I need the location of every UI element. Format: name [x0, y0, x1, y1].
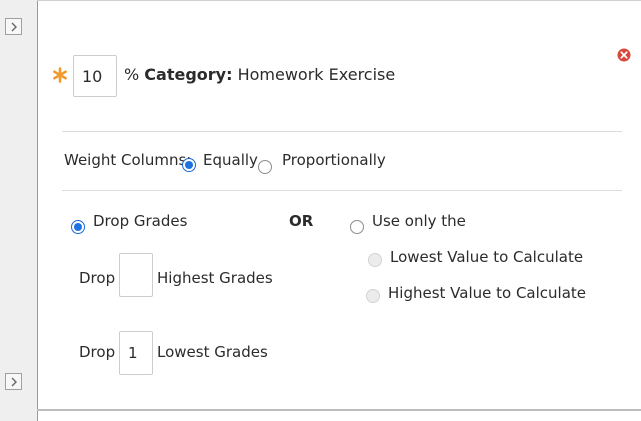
divider: [62, 131, 622, 132]
category-label: % Category: Homework Exercise: [124, 65, 395, 84]
drop-highest-input[interactable]: [119, 253, 153, 297]
weight-columns-label: Weight Columns:: [64, 151, 192, 169]
highest-value-radio[interactable]: [366, 289, 380, 303]
highest-value-label: Highest Value to Calculate: [388, 284, 587, 302]
expand-arrow-icon: [11, 22, 17, 31]
drop-grades-radio[interactable]: [71, 220, 85, 234]
drop-lowest-input[interactable]: [119, 331, 153, 375]
category-weight-input[interactable]: [73, 55, 117, 97]
category-name: Homework Exercise: [237, 65, 396, 84]
expand-panel-button-bottom[interactable]: [5, 373, 22, 390]
drop-lowest-word: Drop: [79, 343, 116, 361]
weight-equally-label: Equally: [203, 151, 258, 169]
divider: [62, 190, 622, 191]
lowest-grades-label: Lowest Grades: [157, 343, 268, 361]
remove-icon[interactable]: [617, 48, 631, 62]
expand-panel-button-top[interactable]: [5, 18, 22, 35]
weight-proportionally-radio[interactable]: [258, 160, 272, 174]
left-rail: [0, 0, 38, 421]
panel-top-border: [37, 0, 641, 1]
expand-arrow-icon: [11, 377, 17, 386]
lowest-value-radio[interactable]: [368, 253, 382, 267]
or-label: OR: [289, 212, 314, 230]
highest-grades-label: Highest Grades: [157, 269, 273, 287]
drop-highest-word: Drop: [79, 269, 116, 287]
lowest-value-label: Lowest Value to Calculate: [390, 248, 584, 266]
use-only-label: Use only the: [372, 212, 466, 230]
category-prefix: Category:: [144, 65, 233, 84]
percent-sign: %: [124, 65, 140, 84]
weight-equally-radio[interactable]: [182, 158, 196, 172]
bottom-border: [37, 409, 641, 411]
weight-proportionally-label: Proportionally: [282, 151, 386, 169]
drop-grades-label: Drop Grades: [93, 212, 188, 230]
required-star-icon: [53, 67, 67, 83]
use-only-radio[interactable]: [350, 220, 364, 234]
